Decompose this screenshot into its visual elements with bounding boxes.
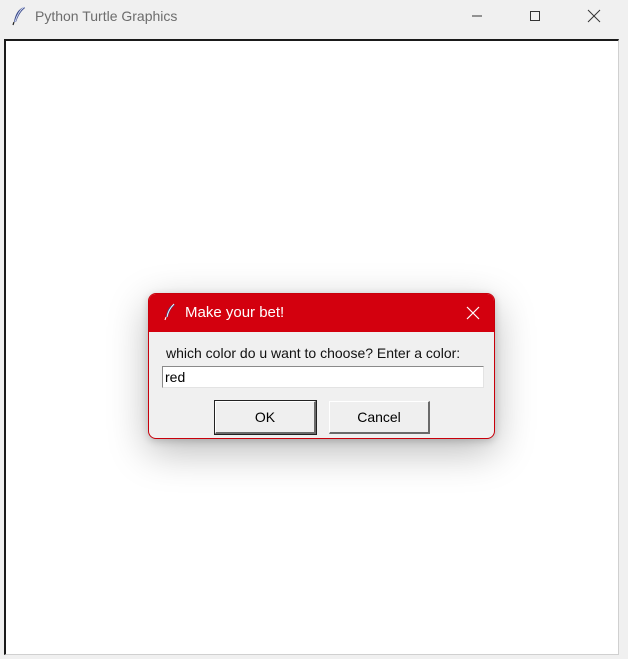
- minimize-icon: [472, 15, 482, 17]
- dialog-prompt: which color do u want to choose? Enter a…: [166, 345, 461, 361]
- turtle-window: Python Turtle Graphics Make your bet! wh…: [0, 0, 628, 659]
- color-input[interactable]: [162, 366, 484, 388]
- window-edge: [620, 39, 628, 659]
- dialog-close-button[interactable]: [457, 300, 489, 326]
- close-button[interactable]: [565, 0, 623, 32]
- window-titlebar[interactable]: Python Turtle Graphics: [0, 0, 628, 32]
- close-icon: [587, 9, 601, 23]
- bet-dialog: Make your bet! which color do u want to …: [148, 293, 495, 439]
- dialog-title: Make your bet!: [185, 304, 285, 321]
- cancel-button[interactable]: Cancel: [329, 401, 430, 434]
- minimize-button[interactable]: [448, 0, 506, 32]
- dialog-titlebar[interactable]: Make your bet!: [149, 294, 494, 332]
- maximize-icon: [530, 11, 540, 21]
- feather-icon: [10, 6, 28, 26]
- maximize-button[interactable]: [506, 0, 564, 32]
- ok-button[interactable]: OK: [214, 400, 317, 435]
- window-title: Python Turtle Graphics: [35, 8, 178, 24]
- close-icon: [466, 306, 480, 320]
- feather-icon: [163, 303, 177, 321]
